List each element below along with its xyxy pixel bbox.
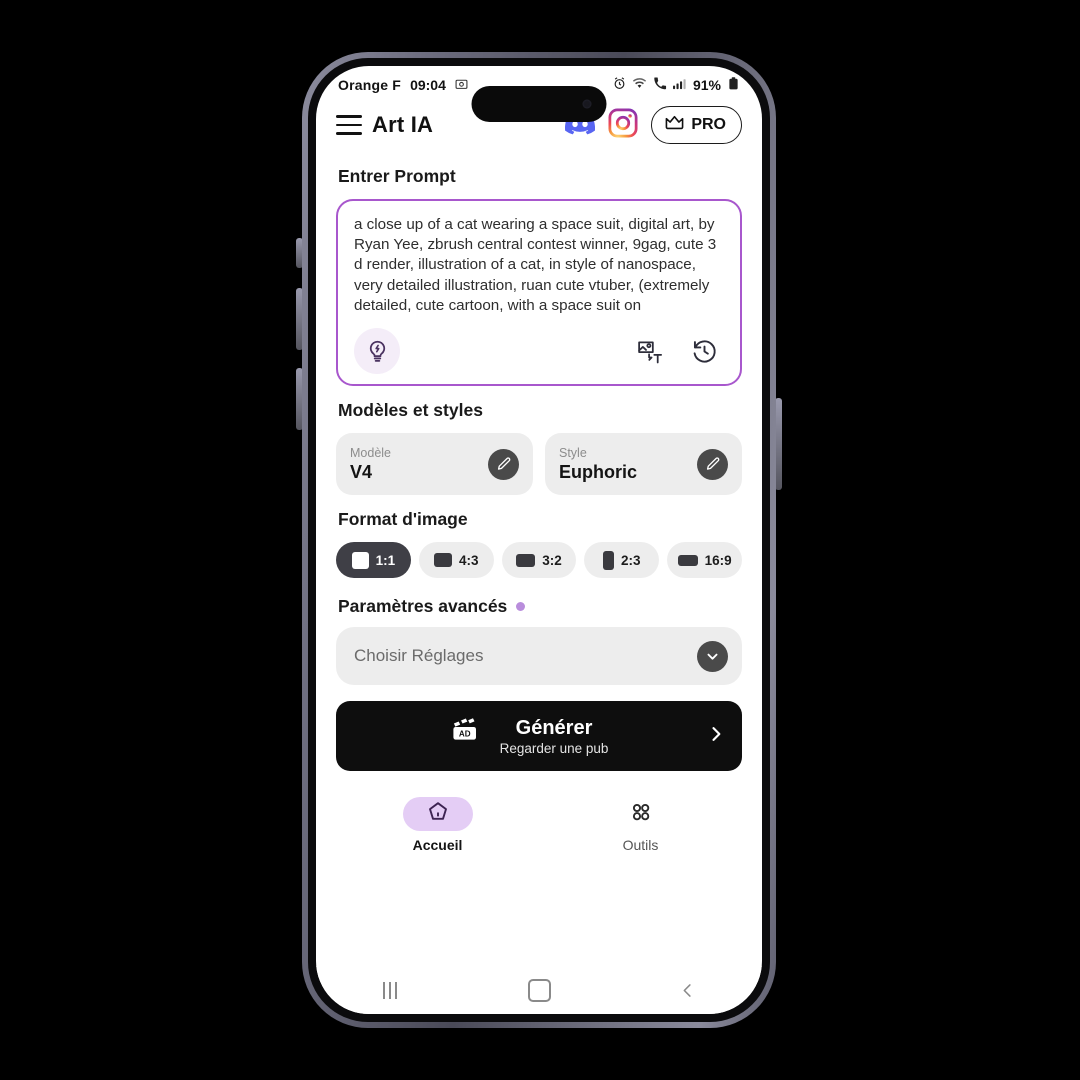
battery-percent-label: 91% (692, 77, 721, 93)
screenshot-icon (455, 77, 468, 93)
generate-subtitle: Regarder une pub (499, 740, 609, 756)
wifi-calling-icon (653, 77, 667, 93)
model-select-card[interactable]: Modèle V4 (336, 433, 533, 496)
alarm-icon (613, 77, 626, 93)
carrier-label: Orange F (338, 77, 402, 93)
aspect-label-3-2: 3:2 (542, 552, 562, 568)
image-to-text-icon[interactable] (636, 338, 663, 365)
status-bar-left: Orange F 09:04 (338, 77, 468, 93)
chevron-down-icon[interactable] (697, 640, 728, 672)
pro-button[interactable]: PRO (651, 106, 742, 144)
history-icon[interactable] (691, 338, 718, 365)
aspect-ratio-row: 1:1 4:3 3:2 2:3 16:9 (336, 542, 742, 579)
style-value: Euphoric (559, 461, 638, 482)
android-navigation-bar (316, 966, 762, 1014)
ad-clapperboard-icon: AD (450, 717, 486, 755)
page-title: Art IA (372, 112, 434, 137)
instagram-icon[interactable] (608, 108, 638, 143)
hamburger-menu-icon[interactable] (336, 115, 362, 135)
svg-text:AD: AD (458, 729, 470, 738)
aspect-chip-1-1[interactable]: 1:1 (336, 542, 411, 579)
prompt-secondary-actions (636, 338, 724, 365)
front-camera-icon (582, 99, 592, 109)
power-button[interactable] (775, 398, 782, 490)
model-edit-pencil-icon[interactable] (488, 448, 519, 480)
style-label: Style (559, 445, 587, 460)
dynamic-island (471, 86, 607, 122)
settings-dropdown-label: Choisir Réglages (354, 646, 484, 666)
prompt-input-box[interactable]: a close up of a cat wearing a space suit… (336, 199, 742, 387)
status-badge (516, 602, 526, 612)
generate-title: Générer (515, 716, 593, 739)
aspect-chip-2-3[interactable]: 2:3 (584, 542, 660, 579)
phone-bezel: Orange F 09:04 91% Art IA PRO Entrer Pro… (308, 58, 770, 1022)
back-chevron-icon[interactable] (613, 981, 762, 1000)
signal-icon (672, 77, 687, 93)
phone-screen: Orange F 09:04 91% Art IA PRO Entrer Pro… (316, 66, 762, 1014)
chevron-right-icon (706, 724, 726, 749)
model-card-text: Modèle V4 (350, 446, 482, 483)
status-bar-right: 91% (613, 77, 740, 93)
phone-frame: Orange F 09:04 91% Art IA PRO Entrer Pro… (302, 52, 776, 1028)
generate-texts: Générer Regarder une pub (500, 717, 609, 756)
model-style-row: Modèle V4 Style Euphoric (336, 433, 742, 496)
style-card-text: Style Euphoric (559, 446, 691, 483)
bottom-navigation: Accueil Outils (336, 783, 742, 859)
advanced-section-title: Paramètres avancés (338, 596, 508, 617)
grid-dots-icon (629, 800, 653, 829)
aspect-glyph-3-2 (516, 553, 536, 567)
models-section-title: Modèles et styles (338, 400, 483, 421)
clock-label: 09:04 (410, 77, 446, 93)
prompt-section-title: Entrer Prompt (338, 166, 456, 186)
nav-item-accueil[interactable]: Accueil (336, 797, 539, 853)
aspect-label-16-9: 16:9 (704, 552, 732, 568)
aspect-label-4-3: 4:3 (458, 552, 479, 568)
model-value: V4 (350, 461, 373, 482)
wifi-icon (632, 77, 647, 93)
home-square-icon[interactable] (465, 978, 614, 1002)
crown-icon (664, 114, 685, 136)
prompt-text[interactable]: a close up of a cat wearing a space suit… (354, 215, 724, 316)
pro-label: PRO (691, 116, 726, 133)
advanced-section-header: Paramètres avancés (338, 596, 742, 617)
aspect-glyph-square (351, 551, 369, 569)
aspect-label-1-1: 1:1 (375, 552, 396, 568)
nav-pill-accueil (402, 797, 473, 832)
aspect-chip-4-3[interactable]: 4:3 (418, 542, 494, 579)
aspect-chip-3-2[interactable]: 3:2 (501, 542, 577, 579)
aspect-chip-16-9[interactable]: 16:9 (667, 542, 742, 579)
home-pentagon-icon (426, 800, 450, 829)
style-select-card[interactable]: Style Euphoric (545, 433, 742, 496)
nav-label-accueil: Accueil (412, 837, 463, 854)
prompt-actions (354, 328, 724, 375)
format-section-title: Format d'image (338, 509, 468, 530)
nav-pill-outils (606, 797, 676, 831)
style-edit-pencil-icon[interactable] (697, 448, 728, 480)
model-label: Modèle (350, 445, 391, 460)
aspect-glyph-4-3 (433, 553, 452, 568)
settings-dropdown[interactable]: Choisir Réglages (336, 627, 742, 686)
generate-button[interactable]: AD Générer Regarder une pub (336, 701, 742, 772)
generate-button-content: AD Générer Regarder une pub (352, 717, 706, 756)
nav-label-outils: Outils (622, 837, 659, 854)
recents-icon[interactable] (316, 981, 465, 999)
aspect-glyph-16-9 (677, 554, 698, 566)
lightbulb-idea-icon[interactable] (354, 328, 400, 375)
battery-icon (727, 77, 740, 93)
aspect-glyph-2-3 (603, 550, 615, 570)
main-content: Entrer Prompt a close up of a cat wearin… (316, 166, 762, 859)
aspect-label-2-3: 2:3 (621, 552, 641, 568)
nav-item-outils[interactable]: Outils (539, 797, 742, 853)
